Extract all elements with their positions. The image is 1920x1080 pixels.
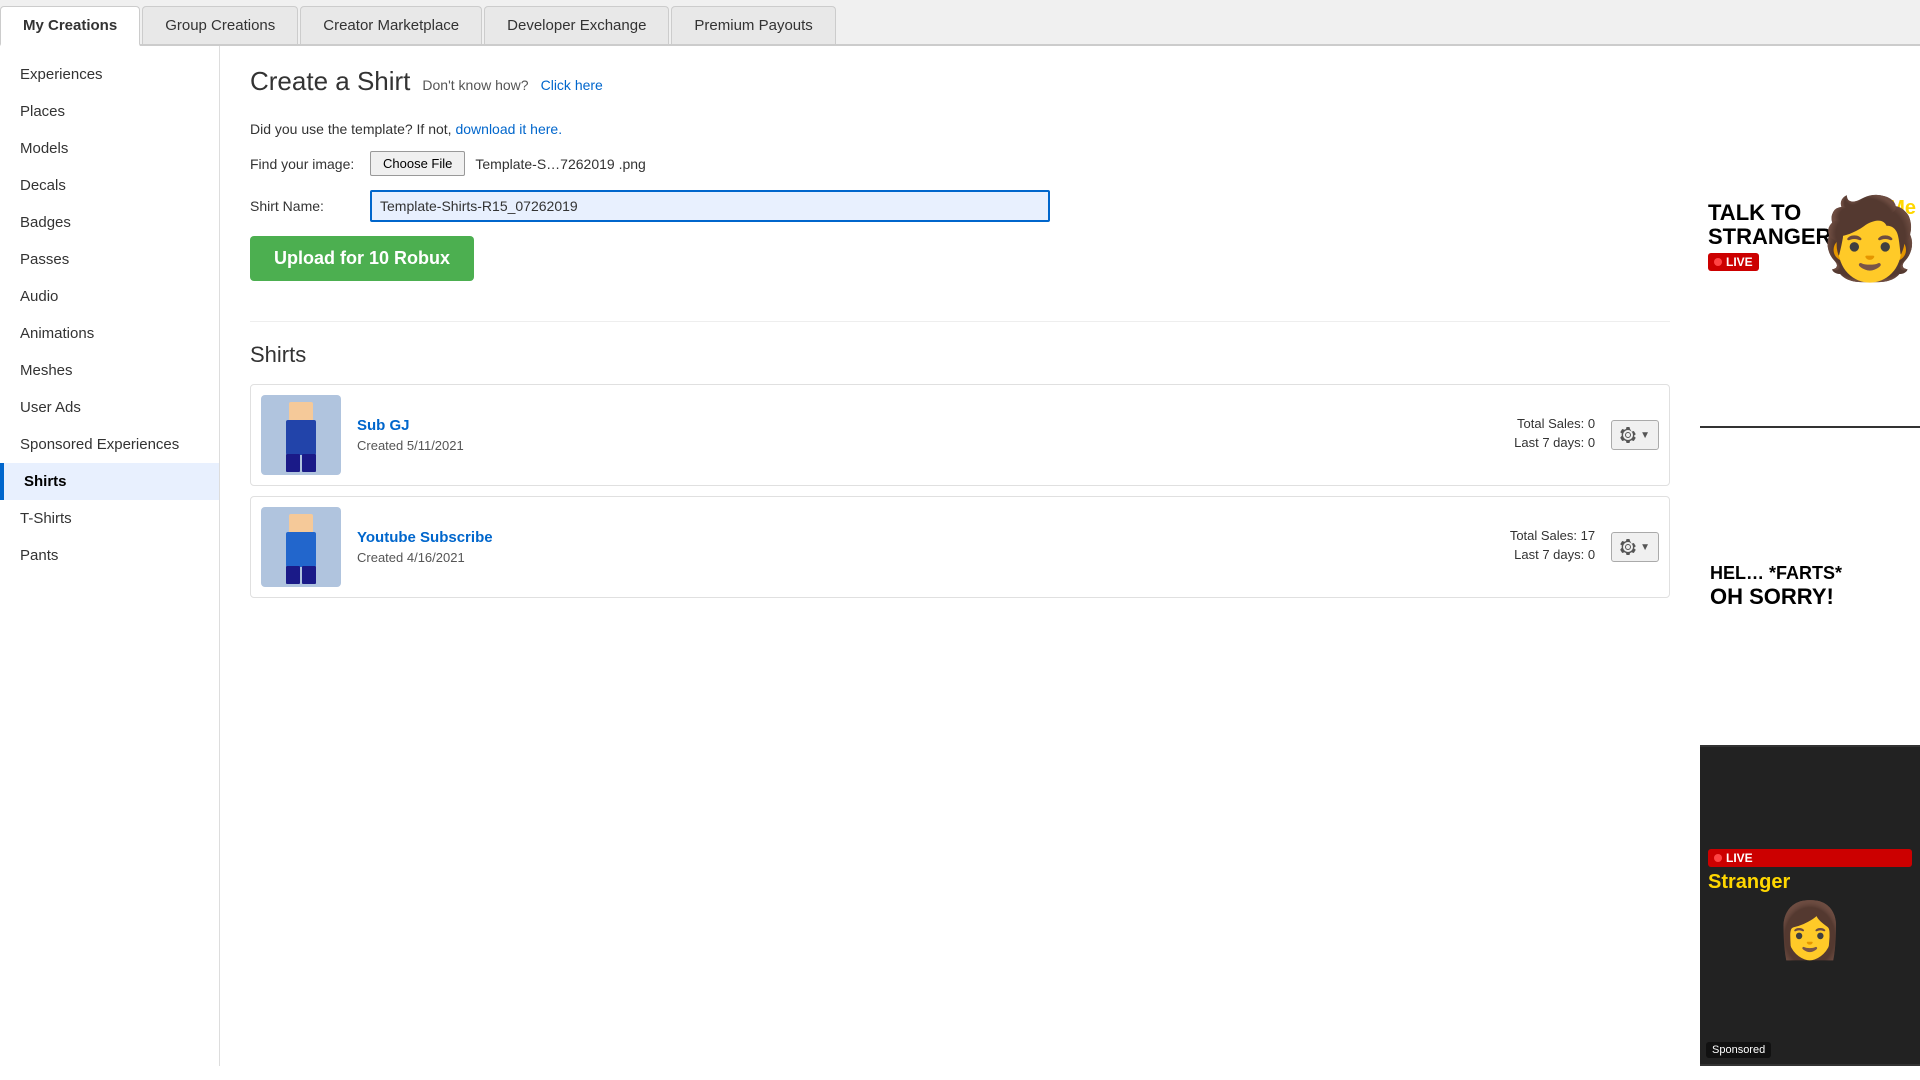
thumb-legs-right-2 (302, 566, 316, 584)
thumb-body-2 (286, 532, 316, 567)
thumb-legs-left-2 (286, 566, 300, 584)
gear-button-1[interactable]: ▼ (1611, 420, 1659, 450)
shirt-name-link-2[interactable]: Youtube Subscribe (357, 529, 493, 546)
last-7-days-1: Last 7 days: 0 (1415, 435, 1595, 450)
shirt-name-input[interactable] (370, 190, 1050, 222)
thumb-head (289, 402, 313, 422)
shirt-item-2: Youtube Subscribe Created 4/16/2021 Tota… (250, 496, 1670, 598)
template-note: Did you use the template? If not, downlo… (250, 121, 1670, 137)
section-divider (250, 321, 1670, 322)
live-dot-1 (1714, 258, 1722, 266)
shirt-created-1: Created 5/11/2021 (357, 438, 1399, 453)
tab-developer-exchange[interactable]: Developer Exchange (484, 6, 669, 44)
ad1-live-label: LIVE (1726, 255, 1753, 269)
shirt-thumbnail-2 (261, 507, 341, 587)
create-shirt-header: Create a Shirt Don't know how? Click her… (250, 66, 1670, 107)
thumb-legs-right (302, 454, 316, 472)
shirt-thumbnail-1 (261, 395, 341, 475)
ad-block-1[interactable]: TALK TOSTRANGERS LIVE Me 🧑 (1700, 46, 1920, 428)
create-shirt-title: Create a Shirt (250, 66, 410, 97)
thumb-legs-left (286, 454, 300, 472)
shirt-created-2: Created 4/16/2021 (357, 550, 1399, 565)
ad2-content: HEL… *FARTS* OH SORRY! (1700, 553, 1920, 620)
sidebar-item-animations[interactable]: Animations (0, 315, 219, 352)
shirt-actions-1: ▼ (1611, 420, 1659, 450)
tab-creator-marketplace[interactable]: Creator Marketplace (300, 6, 482, 44)
ad3-figure: 👩 (1708, 898, 1912, 963)
sidebar-item-pants[interactable]: Pants (0, 537, 219, 574)
content-area: Create a Shirt Don't know how? Click her… (220, 46, 1700, 1066)
tab-my-creations[interactable]: My Creations (0, 6, 140, 46)
thumb-head-2 (289, 514, 313, 534)
sidebar-item-user-ads[interactable]: User Ads (0, 389, 219, 426)
choose-file-button[interactable]: Choose File (370, 151, 465, 176)
gear-icon-1 (1620, 427, 1636, 443)
ad3-live-badge: LIVE (1708, 849, 1912, 867)
shirt-name-label: Shirt Name: (250, 198, 360, 214)
sidebar-item-badges[interactable]: Badges (0, 204, 219, 241)
shirt-info-1: Sub GJ Created 5/11/2021 (357, 417, 1399, 453)
shirt-actions-2: ▼ (1611, 532, 1659, 562)
sidebar-item-models[interactable]: Models (0, 130, 219, 167)
ad-block-3[interactable]: LIVE Stranger 👩 Sponsored (1700, 747, 1920, 1066)
find-image-row: Find your image: Choose File Template-S…… (250, 151, 1670, 176)
sidebar-item-passes[interactable]: Passes (0, 241, 219, 278)
ad2-text1: HEL… *FARTS* (1710, 563, 1842, 584)
shirt-stats-1: Total Sales: 0 Last 7 days: 0 (1415, 416, 1595, 454)
sidebar-item-sponsored-experiences[interactable]: Sponsored Experiences (0, 426, 219, 463)
tab-premium-payouts[interactable]: Premium Payouts (671, 6, 835, 44)
shirt-name-link-1[interactable]: Sub GJ (357, 417, 410, 434)
sidebar-item-decals[interactable]: Decals (0, 167, 219, 204)
main-layout: Experiences Places Models Decals Badges … (0, 46, 1920, 1066)
gear-button-2[interactable]: ▼ (1611, 532, 1659, 562)
ad3-stranger-label: Stranger (1708, 871, 1912, 894)
upload-button[interactable]: Upload for 10 Robux (250, 236, 474, 281)
sidebar-item-t-shirts[interactable]: T-Shirts (0, 500, 219, 537)
sidebar-item-experiences[interactable]: Experiences (0, 56, 219, 93)
ad-panel: TALK TOSTRANGERS LIVE Me 🧑 HEL… *FARTS* … (1700, 46, 1920, 1066)
shirt-info-2: Youtube Subscribe Created 4/16/2021 (357, 529, 1399, 565)
total-sales-1: Total Sales: 0 (1415, 416, 1595, 431)
thumb-body (286, 420, 316, 455)
ad3-live-label: LIVE (1726, 851, 1753, 865)
live-dot-3 (1714, 854, 1722, 862)
sidebar-item-meshes[interactable]: Meshes (0, 352, 219, 389)
shirts-section-title: Shirts (250, 342, 1670, 368)
ad-block-2[interactable]: HEL… *FARTS* OH SORRY! (1700, 428, 1920, 747)
gear-icon-2 (1620, 539, 1636, 555)
sidebar-item-audio[interactable]: Audio (0, 278, 219, 315)
sidebar: Experiences Places Models Decals Badges … (0, 46, 220, 1066)
sponsored-badge: Sponsored (1706, 1042, 1771, 1058)
shirt-stats-2: Total Sales: 17 Last 7 days: 0 (1415, 528, 1595, 566)
ad3-content: LIVE Stranger 👩 (1700, 841, 1920, 971)
dropdown-arrow-1: ▼ (1640, 430, 1650, 441)
ad2-text2: OH SORRY! (1710, 584, 1834, 610)
shirt-name-row: Shirt Name: (250, 190, 1670, 222)
ad1-character: 🧑 (1820, 199, 1920, 279)
shirt-item: Sub GJ Created 5/11/2021 Total Sales: 0 … (250, 384, 1670, 486)
dont-know-text: Don't know how? (422, 77, 528, 93)
dropdown-arrow-2: ▼ (1640, 542, 1650, 553)
download-link[interactable]: download it here. (455, 121, 562, 137)
last-7-days-2: Last 7 days: 0 (1415, 547, 1595, 562)
ad1-content: TALK TOSTRANGERS LIVE Me 🧑 (1700, 193, 1920, 279)
file-name-display: Template-S…7262019 .png (475, 156, 645, 172)
ad1-live-badge: LIVE (1708, 253, 1759, 271)
sidebar-item-places[interactable]: Places (0, 93, 219, 130)
click-here-link[interactable]: Click here (541, 77, 603, 93)
sidebar-item-shirts[interactable]: Shirts (0, 463, 219, 500)
tab-group-creations[interactable]: Group Creations (142, 6, 298, 44)
top-nav: My Creations Group Creations Creator Mar… (0, 0, 1920, 46)
find-image-label: Find your image: (250, 156, 360, 172)
total-sales-2: Total Sales: 17 (1415, 528, 1595, 543)
